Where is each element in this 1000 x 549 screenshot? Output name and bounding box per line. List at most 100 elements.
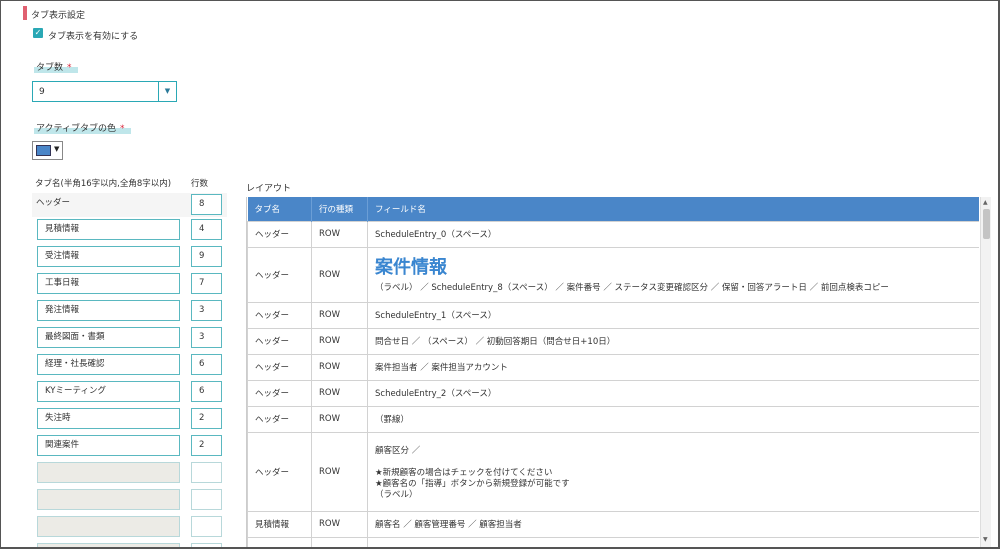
scrollbar-thumb[interactable] bbox=[983, 209, 990, 239]
tab-count-select[interactable]: 9 ▼ bbox=[32, 81, 177, 102]
active-color-label: アクティブタブの色 * bbox=[34, 121, 131, 134]
chevron-down-icon[interactable]: ▼ bbox=[158, 82, 176, 101]
rows-count-input[interactable]: 9 bbox=[191, 246, 222, 267]
cell-row-type: ROW bbox=[311, 510, 368, 538]
caret-down-icon[interactable]: ▼ bbox=[54, 145, 59, 153]
rows-count-input[interactable]: 7 bbox=[191, 273, 222, 294]
app-frame: タブ表示設定 ✓ タブ表示を有効にする タブ数 * 9 ▼ アクティブタブの色 * … bbox=[0, 0, 1000, 549]
cell-row-type: ROW bbox=[311, 327, 368, 355]
cell-tab-name: ヘッダー bbox=[247, 327, 312, 355]
tab-name-input[interactable]: 最終図面・書類 bbox=[37, 327, 180, 348]
enable-tabs-label: タブ表示を有効にする bbox=[48, 32, 139, 42]
cell-row-type: ROW bbox=[311, 431, 368, 512]
field-names-line: ★新規顧客の場合はチェックを付けてください bbox=[375, 468, 553, 478]
tab-name-input[interactable] bbox=[37, 462, 180, 483]
layout-table-row[interactable]: ヘッダー ROW 案件情報 （ラベル） ／ ScheduleEntry_8（スペース）… bbox=[247, 246, 979, 303]
tab-name-header-row: ヘッダー bbox=[36, 198, 71, 208]
tab-name-input[interactable] bbox=[37, 543, 180, 547]
layout-table-row[interactable]: ヘッダー ROW 案件担当者 ／ 案件担当アカウント bbox=[247, 353, 979, 381]
rows-count-input[interactable]: 6 bbox=[191, 381, 222, 402]
required-mark: * bbox=[120, 124, 125, 134]
cell-field-names: （罫線） bbox=[367, 405, 979, 433]
rows-count-input[interactable]: 3 bbox=[191, 300, 222, 321]
tab-name-input[interactable] bbox=[37, 516, 180, 537]
cell-row-type: ROW bbox=[311, 405, 368, 433]
cell-field-names: 顧客区分 ／ ★新規顧客の場合はチェックを付けてください ★顧客名の「指導」ボタンか… bbox=[367, 431, 979, 512]
rows-count-input[interactable]: 6 bbox=[191, 354, 222, 375]
cell-field-names: ScheduleEntry_2（スペース） bbox=[367, 379, 979, 407]
cell-tab-name: ヘッダー bbox=[247, 353, 312, 381]
section-accent-bar bbox=[23, 6, 27, 20]
layout-table-row[interactable]: ヘッダー ROW （罫線） bbox=[247, 405, 979, 433]
field-names-line: 顧客区分 ／ bbox=[375, 446, 421, 456]
cell-row-type: ROW bbox=[311, 353, 368, 381]
layout-table-row[interactable]: ヘッダー ROW ScheduleEntry_2（スペース） bbox=[247, 379, 979, 407]
active-color-picker[interactable]: ▼ bbox=[32, 141, 63, 160]
layout-table-row[interactable]: ヘッダー ROW ScheduleEntry_1（スペース） bbox=[247, 301, 979, 329]
cell-tab-name: ヘッダー bbox=[247, 220, 312, 248]
field-names-line: ★顧客名の「指導」ボタンから新規登録が可能です bbox=[375, 479, 570, 489]
section-title: タブ表示設定 bbox=[31, 11, 86, 21]
rows-column-header: 行数 bbox=[191, 179, 209, 189]
cell-tab-name: ヘッダー bbox=[247, 301, 312, 329]
cell-field-names: ScheduleEntry_1（スペース） bbox=[367, 301, 979, 329]
active-color-label-text: アクティブタブの色 bbox=[36, 124, 117, 134]
rows-count-input[interactable]: 2 bbox=[191, 435, 222, 456]
cell-tab-name: ヘッダー bbox=[247, 431, 312, 512]
rows-count-input[interactable] bbox=[191, 516, 222, 537]
label-large-text: 案件情報 bbox=[375, 256, 447, 278]
column-header-fields: フィールド名 bbox=[367, 197, 979, 221]
cell-tab-name: ヘッダー bbox=[247, 246, 312, 303]
rows-count-input[interactable] bbox=[191, 543, 222, 547]
layout-table-row[interactable]: ヘッダー ROW ScheduleEntry_0（スペース） bbox=[247, 220, 979, 248]
tab-name-column-header: タブ名(半角16字以内,全角8字以内) bbox=[35, 179, 172, 189]
cell-field-names: 案件担当者 ／ 案件担当アカウント bbox=[367, 353, 979, 381]
tab-name-input[interactable]: 発注情報 bbox=[37, 300, 180, 321]
tab-name-input[interactable]: KYミーティング bbox=[37, 381, 180, 402]
scroll-up-arrow-icon[interactable]: ▲ bbox=[983, 199, 988, 206]
cell-field-names: 案件情報 （ラベル） ／ ScheduleEntry_8（スペース） ／ 案件番号… bbox=[367, 246, 979, 303]
cell-row-type: ROW bbox=[311, 220, 368, 248]
cell-row-type: ROW bbox=[311, 301, 368, 329]
layout-table-row[interactable]: ヘッダー ROW 顧客区分 ／ ★新規顧客の場合はチェックを付けてください ★顧客名の「… bbox=[247, 431, 979, 512]
tab-name-input[interactable]: 見積情報 bbox=[37, 219, 180, 240]
cell-tab-name: 見積情報 bbox=[247, 510, 312, 538]
column-header-tab: タブ名 bbox=[247, 197, 312, 221]
rows-count-input[interactable]: 8 bbox=[191, 194, 222, 215]
enable-tabs-checkbox[interactable]: ✓ bbox=[33, 28, 43, 38]
tab-count-label-text: タブ数 bbox=[36, 63, 64, 73]
tab-name-input[interactable]: 経理・社長確認 bbox=[37, 354, 180, 375]
cell-field-names bbox=[367, 536, 979, 547]
rows-count-input[interactable]: 3 bbox=[191, 327, 222, 348]
layout-scrollbar[interactable]: ▲ ▼ bbox=[980, 197, 991, 547]
rows-count-input[interactable]: 2 bbox=[191, 408, 222, 429]
layout-label: レイアウト bbox=[246, 184, 292, 194]
field-names-line bbox=[375, 455, 979, 466]
rows-count-input[interactable] bbox=[191, 462, 222, 483]
field-names-line: （ラベル） bbox=[375, 490, 418, 500]
layout-table: タブ名 行の種類 フィールド名 ヘッダー ROW ScheduleEntry_0（ス… bbox=[247, 197, 979, 547]
tab-name-input[interactable] bbox=[37, 489, 180, 510]
rows-count-input[interactable]: 4 bbox=[191, 219, 222, 240]
tab-name-input[interactable]: 失注時 bbox=[37, 408, 180, 429]
field-names-text: （ラベル） ／ ScheduleEntry_8（スペース） ／ 案件番号 ／ ス… bbox=[375, 282, 889, 293]
cell-tab-name: ヘッダー bbox=[247, 405, 312, 433]
tab-name-input[interactable]: 工事日報 bbox=[37, 273, 180, 294]
cell-row-type: ROW bbox=[311, 379, 368, 407]
scroll-down-arrow-icon[interactable]: ▼ bbox=[983, 536, 988, 543]
tab-name-input[interactable]: 受注情報 bbox=[37, 246, 180, 267]
rows-count-input[interactable] bbox=[191, 489, 222, 510]
required-mark: * bbox=[67, 63, 72, 73]
cell-row-type bbox=[311, 536, 368, 547]
layout-table-row[interactable]: ヘッダー ROW 問合せ日 ／ （スペース） ／ 初動回答期日（問合せ日+10日） bbox=[247, 327, 979, 355]
tab-count-value: 9 bbox=[39, 87, 45, 97]
layout-table-row[interactable]: 見積情報 ROW 顧客名 ／ 顧客管理番号 ／ 顧客担当者 bbox=[247, 510, 979, 538]
column-header-row-type: 行の種類 bbox=[311, 197, 368, 221]
cell-tab-name bbox=[247, 536, 312, 547]
color-swatch bbox=[36, 145, 51, 156]
cell-tab-name: ヘッダー bbox=[247, 379, 312, 407]
tab-name-input[interactable]: 関連案件 bbox=[37, 435, 180, 456]
cell-field-names: 問合せ日 ／ （スペース） ／ 初動回答期日（問合せ日+10日） bbox=[367, 327, 979, 355]
cell-row-type: ROW bbox=[311, 246, 368, 303]
layout-table-row[interactable] bbox=[247, 536, 979, 547]
